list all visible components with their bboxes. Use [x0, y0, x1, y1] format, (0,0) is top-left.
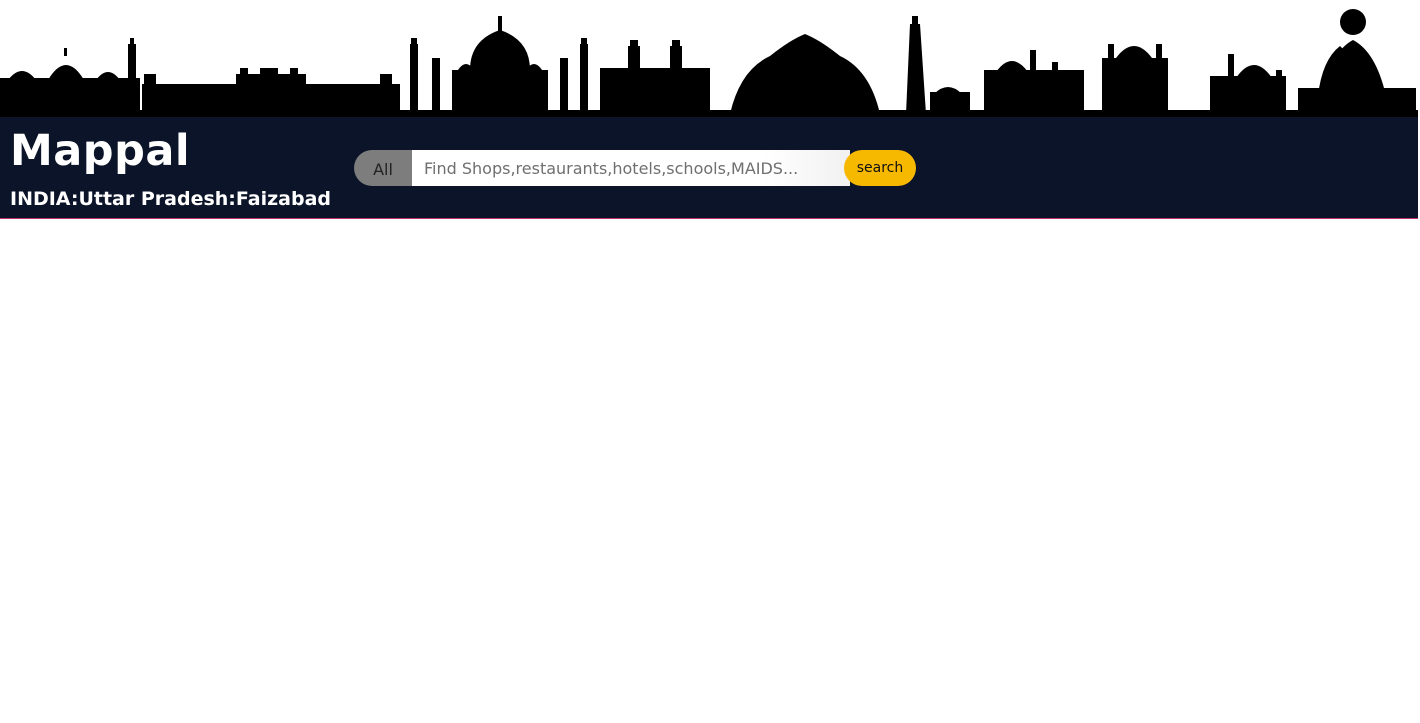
search-bar: All search: [354, 150, 916, 186]
skyline-banner: [0, 0, 1418, 117]
site-header: Mappal INDIA:Uttar Pradesh:Faizabad All …: [0, 117, 1418, 219]
search-button[interactable]: search: [844, 150, 916, 186]
skyline-icon: [0, 9, 1418, 117]
search-input[interactable]: [412, 150, 850, 186]
location-breadcrumb: INDIA:Uttar Pradesh:Faizabad: [10, 188, 332, 210]
search-scope-dropdown[interactable]: All: [354, 150, 412, 186]
brand-title[interactable]: Mappal: [10, 123, 190, 179]
